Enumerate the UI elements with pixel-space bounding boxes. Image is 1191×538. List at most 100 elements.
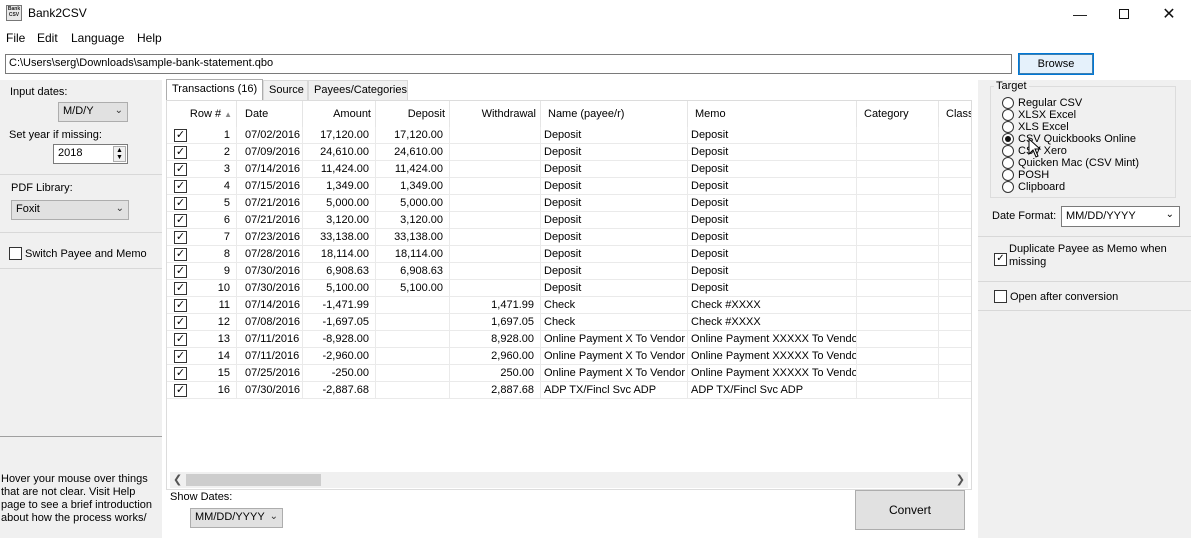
cell-memo[interactable]: Check #XXXX (688, 314, 857, 331)
column-header-withdrawal[interactable]: Withdrawal (450, 101, 541, 127)
cell-n[interactable]: ✓ 13 (167, 331, 237, 348)
cell-deposit[interactable]: 11,424.00 (376, 161, 450, 178)
row-checkbox-checked-icon[interactable]: ✓ (174, 163, 187, 176)
cell-amount[interactable]: 24,610.00 (303, 144, 376, 161)
cell-n[interactable]: ✓ 16 (167, 382, 237, 399)
cell-n[interactable]: ✓ 9 (167, 263, 237, 280)
cell-category[interactable] (857, 178, 939, 195)
row-checkbox-checked-icon[interactable]: ✓ (174, 231, 187, 244)
cell-n[interactable]: ✓ 14 (167, 348, 237, 365)
cell-deposit[interactable]: 5,100.00 (376, 280, 450, 297)
open-after-conversion-checkbox[interactable]: Open after conversion (994, 290, 1118, 303)
cell-category[interactable] (857, 246, 939, 263)
cell-name[interactable]: Online Payment X To Vendor (541, 348, 688, 365)
cell-category[interactable] (857, 348, 939, 365)
cell-name[interactable]: Deposit (541, 178, 688, 195)
row-checkbox-checked-icon[interactable]: ✓ (174, 214, 187, 227)
cell-date[interactable]: 07/28/2016 (237, 246, 303, 263)
cell-withdrawal[interactable] (450, 229, 541, 246)
cell-date[interactable]: 07/25/2016 (237, 365, 303, 382)
file-path-input[interactable]: C:\Users\serg\Downloads\sample-bank-stat… (5, 54, 1012, 74)
cell-memo[interactable]: Deposit (688, 178, 857, 195)
table-row[interactable]: ✓ 4 07/15/2016 1,349.00 1,349.00 Deposit Depos… (167, 178, 971, 195)
cell-withdrawal[interactable]: 2,887.68 (450, 382, 541, 399)
cell-name[interactable]: Deposit (541, 263, 688, 280)
target-option[interactable]: Quicken Mac (CSV Mint) (1002, 157, 1139, 169)
browse-button[interactable]: Browse (1018, 53, 1094, 75)
cell-deposit[interactable]: 1,349.00 (376, 178, 450, 195)
row-checkbox-checked-icon[interactable]: ✓ (174, 180, 187, 193)
cell-category[interactable] (857, 297, 939, 314)
cell-class[interactable] (939, 246, 971, 263)
cell-withdrawal[interactable]: 2,960.00 (450, 348, 541, 365)
cell-withdrawal[interactable] (450, 161, 541, 178)
cell-name[interactable]: Check (541, 314, 688, 331)
target-option[interactable]: POSH (1002, 169, 1049, 181)
cell-deposit[interactable] (376, 297, 450, 314)
table-row[interactable]: ✓ 16 07/30/2016 -2,887.68 2,887.68 ADP TX/Fin… (167, 382, 971, 399)
cell-memo[interactable]: Check #XXXX (688, 297, 857, 314)
row-checkbox-checked-icon[interactable]: ✓ (174, 367, 187, 380)
cell-withdrawal[interactable] (450, 195, 541, 212)
cell-memo[interactable]: Online Payment XXXXX To Vendor (688, 348, 857, 365)
cell-class[interactable] (939, 314, 971, 331)
tab-payees-categories[interactable]: Payees/Categories (308, 80, 408, 100)
cell-amount[interactable]: 33,138.00 (303, 229, 376, 246)
cell-date[interactable]: 07/30/2016 (237, 263, 303, 280)
cell-category[interactable] (857, 127, 939, 144)
cell-name[interactable]: Online Payment X To Vendor (541, 365, 688, 382)
cell-deposit[interactable]: 6,908.63 (376, 263, 450, 280)
cell-withdrawal[interactable] (450, 127, 541, 144)
radio-selected-icon[interactable] (1002, 133, 1014, 145)
convert-button[interactable]: Convert (855, 490, 965, 530)
cell-date[interactable]: 07/15/2016 (237, 178, 303, 195)
cell-amount[interactable]: 6,908.63 (303, 263, 376, 280)
table-row[interactable]: ✓ 2 07/09/2016 24,610.00 24,610.00 Deposit Dep… (167, 144, 971, 161)
cell-deposit[interactable] (376, 314, 450, 331)
target-option[interactable]: Regular CSV (1002, 97, 1082, 109)
cell-deposit[interactable] (376, 348, 450, 365)
cell-n[interactable]: ✓ 11 (167, 297, 237, 314)
column-header-row[interactable]: Row # ▲ (167, 101, 237, 127)
menu-language[interactable]: Language (71, 31, 124, 45)
cell-memo[interactable]: Deposit (688, 161, 857, 178)
table-row[interactable]: ✓ 13 07/11/2016 -8,928.00 8,928.00 Online Pay… (167, 331, 971, 348)
checkbox-icon[interactable] (9, 247, 22, 260)
radio-icon[interactable] (1002, 145, 1014, 157)
row-checkbox-checked-icon[interactable]: ✓ (174, 316, 187, 329)
pdf-library-select[interactable]: Foxit ⌄ (11, 200, 129, 220)
table-row[interactable]: ✓ 15 07/25/2016 -250.00 250.00 Online Payment… (167, 365, 971, 382)
scroll-right-icon[interactable]: ❯ (956, 473, 965, 486)
menu-help[interactable]: Help (137, 31, 162, 45)
cell-category[interactable] (857, 161, 939, 178)
cell-category[interactable] (857, 229, 939, 246)
checkbox-icon[interactable] (994, 290, 1007, 303)
cell-amount[interactable]: 5,000.00 (303, 195, 376, 212)
cell-withdrawal[interactable] (450, 178, 541, 195)
cell-n[interactable]: ✓ 1 (167, 127, 237, 144)
cell-date[interactable]: 07/30/2016 (237, 382, 303, 399)
tab-source[interactable]: Source (263, 80, 308, 100)
table-row[interactable]: ✓ 14 07/11/2016 -2,960.00 2,960.00 Online Pay… (167, 348, 971, 365)
column-header-memo[interactable]: Memo (688, 101, 857, 127)
cell-date[interactable]: 07/14/2016 (237, 161, 303, 178)
cell-date[interactable]: 07/21/2016 (237, 212, 303, 229)
cell-class[interactable] (939, 348, 971, 365)
cell-memo[interactable]: Deposit (688, 280, 857, 297)
menu-file[interactable]: File (6, 31, 25, 45)
cell-n[interactable]: ✓ 12 (167, 314, 237, 331)
cell-amount[interactable]: -1,697.05 (303, 314, 376, 331)
cell-amount[interactable]: 3,120.00 (303, 212, 376, 229)
table-row[interactable]: ✓ 11 07/14/2016 -1,471.99 1,471.99 Check Check… (167, 297, 971, 314)
cell-deposit[interactable] (376, 382, 450, 399)
horizontal-scrollbar[interactable]: ❮ ❯ (170, 472, 968, 488)
cell-deposit[interactable] (376, 365, 450, 382)
maximize-icon[interactable] (1101, 0, 1147, 28)
cell-deposit[interactable]: 3,120.00 (376, 212, 450, 229)
cell-class[interactable] (939, 229, 971, 246)
cell-amount[interactable]: -250.00 (303, 365, 376, 382)
cell-amount[interactable]: 18,114.00 (303, 246, 376, 263)
cell-memo[interactable]: Deposit (688, 127, 857, 144)
cell-deposit[interactable]: 17,120.00 (376, 127, 450, 144)
cell-date[interactable]: 07/11/2016 (237, 331, 303, 348)
